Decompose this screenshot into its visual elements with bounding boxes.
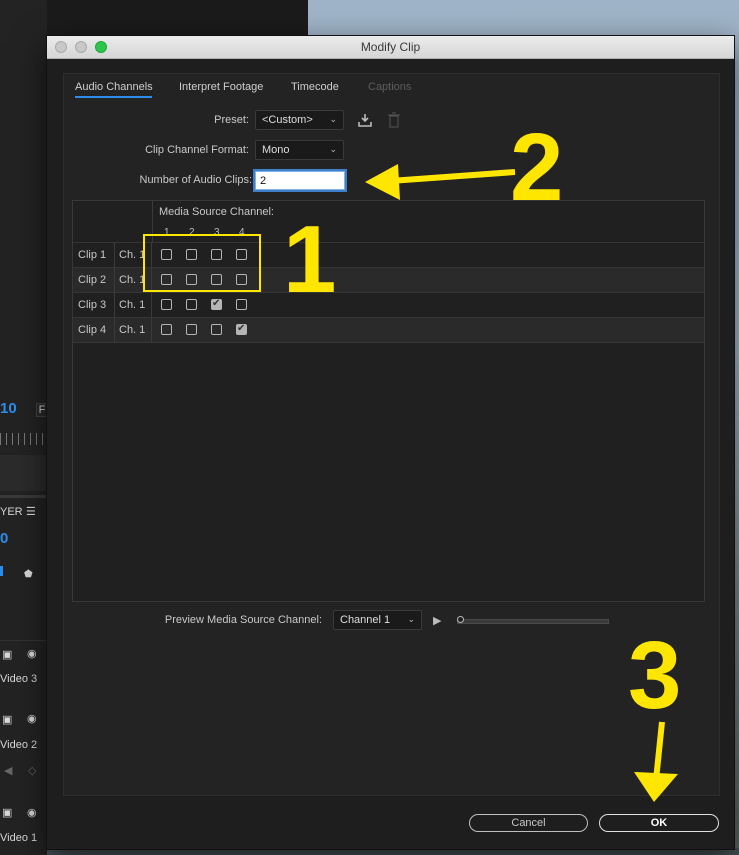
- background-playhead: [0, 566, 3, 576]
- background-area: [0, 455, 46, 491]
- clip-name: Clip 1: [73, 243, 115, 267]
- clip-name: Clip 3: [73, 293, 115, 317]
- background-timecode: 10: [0, 400, 17, 417]
- preview-channel-label: Preview Media Source Channel:: [164, 614, 322, 626]
- channel-checkbox-clip4-ch3[interactable]: [211, 324, 222, 335]
- clip-channel: Ch. 1: [115, 318, 152, 342]
- annotation-number-1: 1: [283, 206, 337, 313]
- table-row: Clip 4 Ch. 1: [73, 317, 704, 343]
- scrubber-handle[interactable]: [457, 616, 464, 623]
- channel-checkbox-clip4-ch2[interactable]: [186, 324, 197, 335]
- channel-format-value: Mono: [262, 144, 290, 156]
- preset-value: <Custom>: [262, 114, 313, 126]
- title-bar: Modify Clip: [47, 36, 734, 59]
- camera-icon: ▣: [2, 714, 13, 726]
- num-audio-clips-input[interactable]: [255, 171, 345, 190]
- cancel-button[interactable]: Cancel: [469, 814, 588, 832]
- table-row: Clip 3 Ch. 1: [73, 292, 704, 317]
- annotation-number-3: 3: [628, 622, 682, 729]
- eye-icon: ◉: [27, 713, 37, 725]
- annotation-arrow-left-icon: [365, 164, 516, 200]
- camera-icon: ▣: [2, 807, 13, 819]
- tab-interpret-footage[interactable]: Interpret Footage: [179, 81, 263, 93]
- track-label-video-1: Video 1: [0, 832, 38, 844]
- channel-checkbox-clip3-ch1[interactable]: [161, 299, 172, 310]
- preview-channel-dropdown[interactable]: Channel 1 ⌄: [333, 610, 422, 630]
- annotation-arrow-down-icon: [634, 721, 678, 802]
- save-preset-icon[interactable]: [357, 112, 373, 128]
- preset-dropdown[interactable]: <Custom> ⌄: [255, 110, 344, 130]
- keyframe-icon: ◇: [28, 765, 37, 777]
- menu-icon: ☰: [26, 506, 36, 518]
- track-label-video-3: Video 3: [0, 673, 38, 685]
- chevron-down-icon: ⌄: [329, 114, 337, 124]
- preview-channel-value: Channel 1: [340, 614, 391, 626]
- tab-captions: Captions: [368, 81, 412, 93]
- delete-preset-icon: [387, 112, 401, 128]
- ok-button[interactable]: OK: [599, 814, 719, 832]
- clip-channel: Ch. 1: [115, 293, 152, 317]
- num-audio-clips-label: Number of Audio Clips:: [139, 174, 253, 186]
- background-zero: 0: [0, 530, 9, 547]
- preview-scrubber[interactable]: [457, 619, 609, 624]
- background-app-panel: [0, 0, 47, 855]
- play-icon[interactable]: ▶: [433, 614, 441, 627]
- eye-icon: ◉: [27, 648, 37, 660]
- channel-checkbox-clip4-ch4[interactable]: [236, 323, 247, 335]
- channel-checkbox-clip3-ch4[interactable]: [236, 299, 247, 310]
- channel-checkbox-clip3-ch2[interactable]: [186, 299, 197, 310]
- track-label-video-2: Video 2: [0, 739, 38, 751]
- tab-timecode[interactable]: Timecode: [291, 81, 339, 93]
- eye-icon: ◉: [27, 807, 37, 819]
- marker-icon: ⬟: [24, 569, 33, 580]
- clip-name: Clip 4: [73, 318, 115, 342]
- background-layer-label: YER: [0, 506, 23, 518]
- tab-audio-channels[interactable]: Audio Channels: [75, 81, 153, 93]
- clip-name: Clip 2: [73, 268, 115, 292]
- channel-format-dropdown[interactable]: Mono ⌄: [255, 140, 344, 160]
- background-ruler: [0, 433, 46, 445]
- chevron-down-icon: ⌄: [407, 614, 415, 624]
- nav-left-icon: ◀: [4, 765, 13, 777]
- background-line: [0, 640, 46, 641]
- dialog-title: Modify Clip: [360, 40, 421, 54]
- channel-checkbox-clip3-ch3[interactable]: [211, 298, 222, 310]
- highlight-box: [143, 234, 261, 292]
- channel-format-label: Clip Channel Format:: [145, 144, 249, 156]
- channel-checkbox-clip4-ch1[interactable]: [161, 324, 172, 335]
- media-source-header: Media Source Channel:: [159, 206, 274, 218]
- active-tab-indicator: [75, 96, 152, 98]
- chevron-down-icon: ⌄: [329, 144, 337, 154]
- camera-icon: ▣: [2, 649, 13, 661]
- preset-label: Preset:: [214, 114, 249, 126]
- background-divider: [0, 495, 46, 498]
